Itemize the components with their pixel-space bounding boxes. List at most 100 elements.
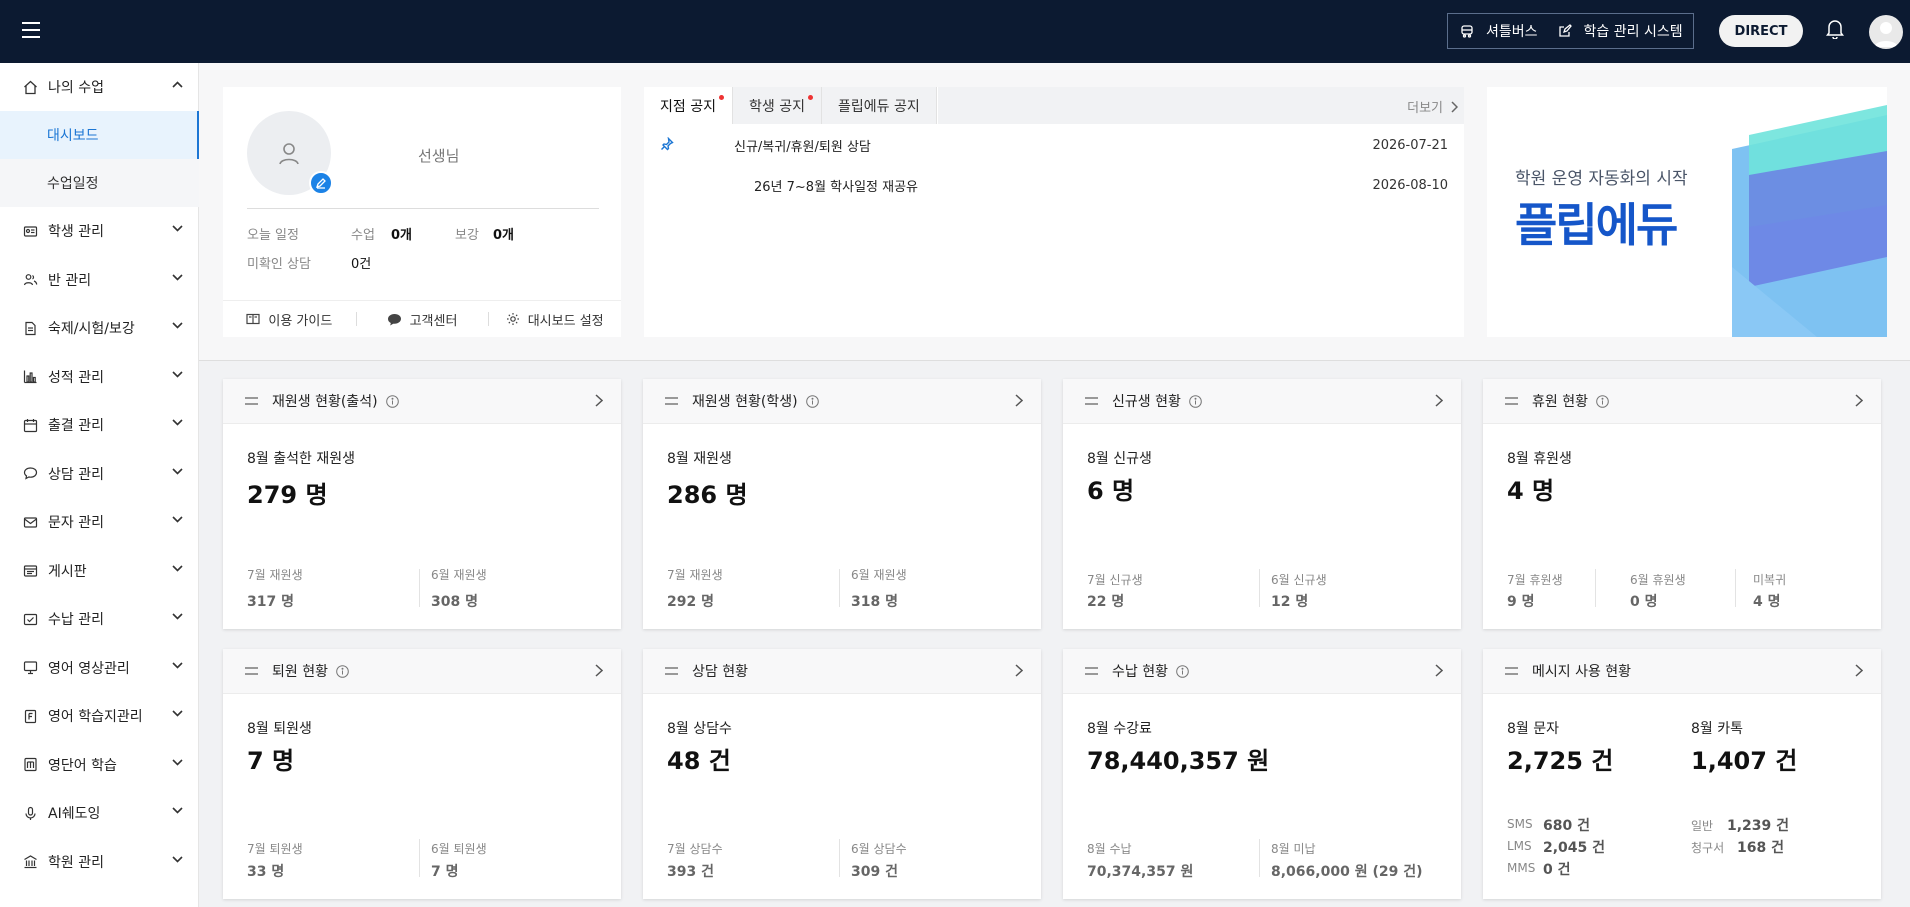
sidebar-item[interactable]: 숙제/시험/보강 bbox=[0, 304, 199, 352]
user-guide-button[interactable]: 이용 가이드 bbox=[223, 310, 356, 329]
info-icon[interactable] bbox=[1596, 394, 1609, 408]
drag-handle-icon[interactable] bbox=[1085, 397, 1098, 405]
chevron-right-icon[interactable] bbox=[1855, 664, 1863, 677]
chevron-down-icon bbox=[172, 322, 183, 329]
notice-row[interactable]: 26년 7~8월 학사일정 재공유 2026-08-10 bbox=[644, 165, 1464, 205]
card-header: 퇴원 현황 bbox=[223, 649, 621, 694]
drag-handle-icon[interactable] bbox=[245, 667, 258, 675]
unconfirmed-consult-count: 0건 bbox=[351, 257, 372, 272]
sub-stat-value: 308 명 bbox=[431, 594, 478, 610]
sub-stat-value: 393 건 bbox=[667, 864, 714, 880]
sidebar-item[interactable]: 학원 관리 bbox=[0, 838, 199, 886]
card-title: 재원생 현황(학생) bbox=[692, 394, 798, 410]
sidebar-item[interactable]: 학생 관리 bbox=[0, 207, 199, 255]
edit-profile-button[interactable] bbox=[309, 171, 333, 195]
sidebar-sub-dashboard[interactable]: 대시보드 bbox=[0, 111, 199, 159]
direct-button[interactable]: DIRECT bbox=[1719, 15, 1803, 47]
menu-icon[interactable] bbox=[22, 22, 40, 38]
chevron-right-icon[interactable] bbox=[1015, 394, 1023, 407]
chevron-down-icon bbox=[172, 661, 183, 669]
chevron-down-icon bbox=[172, 855, 183, 863]
card-main-value: 4 명 bbox=[1507, 477, 1555, 505]
word-icon bbox=[22, 757, 38, 773]
sidebar-item[interactable]: 영어 영상관리 bbox=[0, 644, 199, 692]
chevron-right-icon[interactable] bbox=[595, 394, 603, 407]
chevron-right-icon[interactable] bbox=[1435, 394, 1443, 407]
chevron-down-icon bbox=[172, 225, 183, 232]
tab-label: 학생 공지 bbox=[748, 98, 805, 115]
drag-handle-icon[interactable] bbox=[665, 397, 678, 405]
drag-handle-icon[interactable] bbox=[1085, 667, 1098, 675]
chevron-right-icon[interactable] bbox=[1855, 394, 1863, 407]
tab-flipedu-notice[interactable]: 플립에듀 공지 bbox=[821, 87, 937, 124]
sub-stat-value: 317 명 bbox=[247, 594, 294, 610]
flipedu-banner[interactable]: 학원 운영 자동화의 시작 플립에듀 bbox=[1487, 87, 1887, 337]
info-icon[interactable] bbox=[385, 394, 399, 408]
sidebar-item[interactable]: AI쉐도잉 bbox=[0, 789, 199, 837]
sidebar-item[interactable]: 상담 관리 bbox=[0, 450, 199, 498]
top-links-box: 셔틀버스 학습 관리 시스템 bbox=[1447, 13, 1694, 49]
profile-actions: 이용 가이드 고객센터 대시보드 설정 bbox=[223, 300, 621, 337]
gear-icon bbox=[506, 313, 519, 325]
drag-handle-icon[interactable] bbox=[1505, 667, 1518, 675]
chevron-down-icon bbox=[172, 273, 183, 281]
user-icon bbox=[1874, 22, 1898, 47]
card-header: 수납 현황 bbox=[1063, 649, 1461, 694]
sms-value: 680 건 bbox=[1543, 818, 1590, 834]
sub-stat-label: 7월 재원생 bbox=[247, 568, 303, 582]
top-section: 선생님 오늘 일정 수업 0개 보강 0개 미확인 상담 0건 이용 가이드 고… bbox=[199, 63, 1910, 361]
sidebar-item[interactable]: 영단어 학습 bbox=[0, 741, 199, 789]
sidebar-item-my-class[interactable]: 나의 수업 bbox=[0, 63, 199, 111]
person-icon bbox=[279, 143, 299, 165]
new-dot bbox=[807, 95, 813, 100]
chevron-up-icon bbox=[172, 81, 183, 88]
mic-icon bbox=[22, 805, 38, 821]
card-header: 재원생 현황(학생) bbox=[643, 379, 1041, 424]
sidebar-item[interactable]: 반 관리 bbox=[0, 256, 199, 304]
notice-date: 2026-08-10 bbox=[1372, 177, 1448, 193]
lms-link[interactable]: 학습 관리 시스템 bbox=[1558, 21, 1683, 41]
sub-stat-value: 0 명 bbox=[1630, 594, 1658, 610]
drag-handle-icon[interactable] bbox=[665, 667, 678, 675]
drag-handle-icon[interactable] bbox=[245, 397, 258, 405]
chevron-right-icon[interactable] bbox=[1015, 664, 1023, 677]
notice-row[interactable]: 신규/복귀/휴원/퇴원 상담 2026-07-21 bbox=[644, 125, 1464, 165]
user-avatar[interactable] bbox=[1869, 15, 1903, 49]
sidebar-item[interactable]: 수납 관리 bbox=[0, 595, 199, 643]
shuttle-bus-link[interactable]: 셔틀버스 bbox=[1460, 21, 1538, 41]
chevron-right-icon[interactable] bbox=[1435, 664, 1443, 677]
dashboard-settings-button[interactable]: 대시보드 설정 bbox=[488, 310, 621, 329]
card-title: 신규생 현황 bbox=[1112, 394, 1181, 410]
sidebar-sub-schedule[interactable]: 수업일정 bbox=[0, 159, 199, 207]
info-icon[interactable] bbox=[1189, 394, 1202, 408]
drag-handle-icon[interactable] bbox=[1505, 397, 1518, 405]
new-dot bbox=[718, 95, 724, 100]
more-label: 더보기 bbox=[1407, 101, 1443, 116]
sidebar-item[interactable]: 게시판 bbox=[0, 547, 199, 595]
makeup-count: 0개 bbox=[493, 228, 515, 243]
info-icon[interactable] bbox=[336, 664, 349, 678]
card-main-value: 7 명 bbox=[247, 747, 295, 775]
sidebar-item[interactable]: 출결 관리 bbox=[0, 401, 199, 449]
tab-student-notice[interactable]: 학생 공지 bbox=[732, 87, 822, 124]
divider bbox=[839, 839, 840, 877]
info-icon[interactable] bbox=[805, 394, 819, 408]
chevron-right-icon[interactable] bbox=[595, 664, 603, 677]
lms-value: 2,045 건 bbox=[1543, 840, 1606, 856]
tab-branch-notice[interactable]: 지점 공지 bbox=[644, 87, 733, 124]
info-icon[interactable] bbox=[1176, 664, 1189, 678]
sidebar-item[interactable]: 성적 관리 bbox=[0, 353, 199, 401]
bell-icon[interactable] bbox=[1826, 19, 1844, 39]
card-enrolled-attendance: 재원생 현황(출석) 8월 출석한 재원생 279 명 7월 재원생 317 명… bbox=[223, 379, 621, 629]
tab-bar-fill bbox=[938, 87, 1464, 124]
sub-stat-value: 318 명 bbox=[851, 594, 898, 610]
sidebar-item-label: 영어 학습지관리 bbox=[48, 709, 143, 725]
more-link[interactable]: 더보기 bbox=[1407, 97, 1458, 116]
pin-icon bbox=[661, 137, 674, 151]
chevron-down-icon bbox=[172, 564, 183, 572]
sub-stat-value: 9 명 bbox=[1507, 594, 1535, 610]
customer-center-button[interactable]: 고객센터 bbox=[355, 310, 489, 329]
sidebar-item[interactable]: 문자 관리 bbox=[0, 498, 199, 546]
customer-center-label: 고객센터 bbox=[409, 313, 458, 329]
sidebar-item[interactable]: 영어 학습지관리 bbox=[0, 692, 199, 740]
